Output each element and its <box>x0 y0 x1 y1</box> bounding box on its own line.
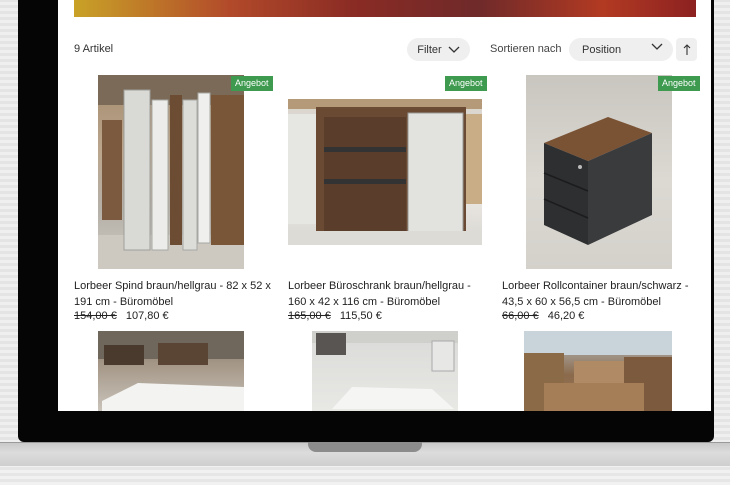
chevron-down-icon <box>651 43 663 50</box>
old-price: 154,00 € <box>74 310 117 322</box>
product-toolbar: 9 Artikel Filter Sortieren nach Position <box>74 38 697 62</box>
product-prices: 154,00 € 107,80 € <box>74 310 169 322</box>
hero-banner <box>74 0 696 17</box>
product-image-desk[interactable] <box>98 331 244 411</box>
sort-direction-button[interactable] <box>676 38 697 61</box>
sort-label: Sortieren nach <box>490 43 562 55</box>
background-floor <box>0 466 730 485</box>
sort-select[interactable]: Position <box>569 38 673 61</box>
background-left <box>0 0 20 485</box>
old-price: 66,00 € <box>502 310 539 322</box>
filter-button[interactable]: Filter <box>407 38 470 61</box>
product-title[interactable]: Lorbeer Büroschrank braun/hellgrau - 160… <box>288 278 478 310</box>
sort-value: Position <box>582 43 622 56</box>
sale-price: 46,20 € <box>547 310 585 322</box>
arrow-up-icon <box>683 43 690 55</box>
offer-badge: Angebot <box>445 76 487 91</box>
product-image-table[interactable] <box>312 331 458 411</box>
product-count: 9 Artikel <box>74 43 114 55</box>
offer-badge: Angebot <box>658 76 700 91</box>
old-price: 165,00 € <box>288 310 331 322</box>
sale-price: 115,50 € <box>339 310 382 322</box>
product-prices: 165,00 € 115,50 € <box>288 310 382 322</box>
offer-badge: Angebot <box>231 76 273 91</box>
product-image-office-cabinet[interactable] <box>288 99 482 245</box>
product-image-locker[interactable] <box>98 75 244 269</box>
product-image-warehouse[interactable] <box>524 331 672 411</box>
sale-price: 107,80 € <box>125 310 169 322</box>
product-image-rolling-container[interactable] <box>526 75 672 269</box>
product-prices: 66,00 € 46,20 € <box>502 310 584 322</box>
laptop-bezel: 9 Artikel Filter Sortieren nach Position <box>18 0 714 442</box>
laptop-notch <box>308 442 422 452</box>
product-title[interactable]: Lorbeer Rollcontainer braun/schwarz - 43… <box>502 278 697 310</box>
filter-label: Filter <box>417 43 442 56</box>
product-title[interactable]: Lorbeer Spind braun/hellgrau - 82 x 52 x… <box>74 278 274 310</box>
browser-screen: 9 Artikel Filter Sortieren nach Position <box>58 0 711 411</box>
chevron-down-icon <box>448 46 460 53</box>
